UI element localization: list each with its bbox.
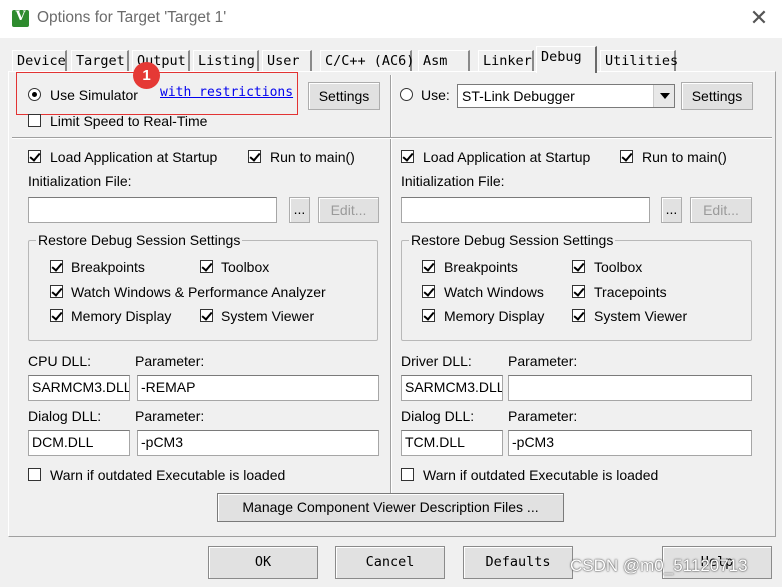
right-toolbox-checkbox[interactable] bbox=[572, 260, 585, 273]
right-watch-windows-checkbox[interactable] bbox=[422, 285, 435, 298]
left-memory-display-checkbox[interactable] bbox=[50, 309, 63, 322]
tab-linker[interactable]: Linker bbox=[478, 50, 534, 72]
left-init-file-label: Initialization File: bbox=[28, 173, 132, 189]
right-init-file-label: Initialization File: bbox=[401, 173, 505, 189]
left-load-application-label: Load Application at Startup bbox=[50, 149, 218, 165]
tab-utilities[interactable]: Utilities bbox=[600, 50, 678, 72]
right-breakpoints-checkbox[interactable] bbox=[422, 260, 435, 273]
left-memory-display-label: Memory Display bbox=[71, 308, 172, 324]
tab-device[interactable]: Device bbox=[12, 50, 67, 72]
cpu-parameter-input[interactable]: -REMAP bbox=[137, 375, 379, 401]
close-icon[interactable]: ✕ bbox=[748, 7, 770, 30]
left-init-file-input[interactable] bbox=[28, 197, 277, 223]
left-watch-windows-label: Watch Windows & Performance Analyzer bbox=[71, 284, 326, 300]
right-memory-display-checkbox[interactable] bbox=[422, 309, 435, 322]
use-debugger-label: Use: bbox=[421, 87, 450, 103]
right-system-viewer-checkbox[interactable] bbox=[572, 309, 585, 322]
right-dialog-parameter-input[interactable]: -pCM3 bbox=[508, 430, 752, 456]
left-system-viewer-label: System Viewer bbox=[221, 308, 315, 324]
driver-dll-label: Driver DLL: bbox=[401, 353, 472, 369]
left-restore-group-title: Restore Debug Session Settings bbox=[36, 232, 243, 248]
right-restore-group-title: Restore Debug Session Settings bbox=[409, 232, 616, 248]
tab-user[interactable]: User bbox=[262, 50, 312, 72]
driver-parameter-input[interactable] bbox=[508, 375, 752, 401]
right-dialog-dll-input[interactable]: TCM.DLL bbox=[401, 430, 503, 456]
left-browse-button[interactable]: ... bbox=[289, 197, 310, 223]
use-simulator-radio[interactable] bbox=[28, 88, 41, 101]
manage-component-viewer-button[interactable]: Manage Component Viewer Description File… bbox=[217, 493, 564, 522]
right-toolbox-label: Toolbox bbox=[594, 259, 643, 275]
limit-speed-checkbox[interactable] bbox=[28, 114, 41, 127]
defaults-button[interactable]: Defaults bbox=[463, 546, 573, 579]
left-dialog-dll-label: Dialog DLL: bbox=[28, 408, 102, 424]
left-watch-windows-checkbox[interactable] bbox=[50, 285, 63, 298]
use-simulator-label: Use Simulator bbox=[50, 87, 138, 103]
tab-listing[interactable]: Listing bbox=[193, 50, 259, 72]
driver-dll-input[interactable]: SARMCM3.DLL bbox=[401, 375, 503, 401]
cpu-parameter-label: Parameter: bbox=[135, 353, 205, 369]
limit-speed-label: Limit Speed to Real-Time bbox=[50, 113, 208, 129]
left-dialog-parameter-label: Parameter: bbox=[135, 408, 205, 424]
annotation-badge: 1 bbox=[133, 62, 160, 89]
right-tracepoints-checkbox[interactable] bbox=[572, 285, 585, 298]
chevron-down-icon[interactable] bbox=[653, 85, 674, 107]
right-dialog-dll-label: Dialog DLL: bbox=[401, 408, 475, 424]
cpu-dll-input[interactable]: SARMCM3.DLL bbox=[28, 375, 130, 401]
right-warn-outdated-checkbox[interactable] bbox=[401, 468, 414, 481]
left-toolbox-label: Toolbox bbox=[221, 259, 270, 275]
left-dialog-parameter-input[interactable]: -pCM3 bbox=[137, 430, 379, 456]
with-restrictions-link[interactable]: with restrictions bbox=[160, 85, 293, 100]
right-edit-button[interactable]: Edit... bbox=[690, 197, 752, 223]
left-run-to-main-checkbox[interactable] bbox=[248, 150, 261, 163]
ok-button[interactable]: OK bbox=[208, 546, 318, 579]
window-title: Options for Target 'Target 1' bbox=[37, 9, 227, 26]
left-breakpoints-label: Breakpoints bbox=[71, 259, 145, 275]
left-edit-button[interactable]: Edit... bbox=[318, 197, 379, 223]
tab-debug[interactable]: Debug bbox=[536, 46, 597, 73]
left-toolbox-checkbox[interactable] bbox=[200, 260, 213, 273]
left-warn-outdated-label: Warn if outdated Executable is loaded bbox=[50, 467, 286, 483]
right-system-viewer-label: System Viewer bbox=[594, 308, 688, 324]
right-load-application-checkbox[interactable] bbox=[401, 150, 414, 163]
right-watch-windows-label: Watch Windows bbox=[444, 284, 544, 300]
cpu-dll-label: CPU DLL: bbox=[28, 353, 92, 369]
tab-target[interactable]: Target bbox=[71, 50, 129, 72]
simulator-settings-button[interactable]: Settings bbox=[308, 82, 380, 110]
cancel-button[interactable]: Cancel bbox=[335, 546, 445, 579]
horizontal-divider bbox=[12, 137, 772, 139]
right-run-to-main-checkbox[interactable] bbox=[620, 150, 633, 163]
left-run-to-main-label: Run to main() bbox=[270, 149, 355, 165]
right-warn-outdated-label: Warn if outdated Executable is loaded bbox=[423, 467, 659, 483]
right-browse-button[interactable]: ... bbox=[661, 197, 682, 223]
debugger-select[interactable]: ST-Link Debugger bbox=[457, 84, 675, 108]
left-dialog-dll-input[interactable]: DCM.DLL bbox=[28, 430, 130, 456]
tab-c-cpp[interactable]: C/C++ (AC6) bbox=[320, 50, 414, 72]
right-breakpoints-label: Breakpoints bbox=[444, 259, 518, 275]
use-debugger-radio[interactable] bbox=[400, 88, 413, 101]
left-warn-outdated-checkbox[interactable] bbox=[28, 468, 41, 481]
right-tracepoints-label: Tracepoints bbox=[594, 284, 667, 300]
right-load-application-label: Load Application at Startup bbox=[423, 149, 591, 165]
tab-asm[interactable]: Asm bbox=[418, 50, 470, 72]
csdn-watermark: CSDN @m0_51120713 bbox=[570, 556, 748, 575]
left-load-application-checkbox[interactable] bbox=[28, 150, 41, 163]
right-init-file-input[interactable] bbox=[401, 197, 650, 223]
keil-app-icon: V bbox=[12, 9, 29, 27]
left-breakpoints-checkbox[interactable] bbox=[50, 260, 63, 273]
debugger-settings-button[interactable]: Settings bbox=[681, 82, 753, 110]
right-dialog-parameter-label: Parameter: bbox=[508, 408, 578, 424]
right-run-to-main-label: Run to main() bbox=[642, 149, 727, 165]
right-memory-display-label: Memory Display bbox=[444, 308, 545, 324]
driver-parameter-label: Parameter: bbox=[508, 353, 578, 369]
left-system-viewer-checkbox[interactable] bbox=[200, 309, 213, 322]
